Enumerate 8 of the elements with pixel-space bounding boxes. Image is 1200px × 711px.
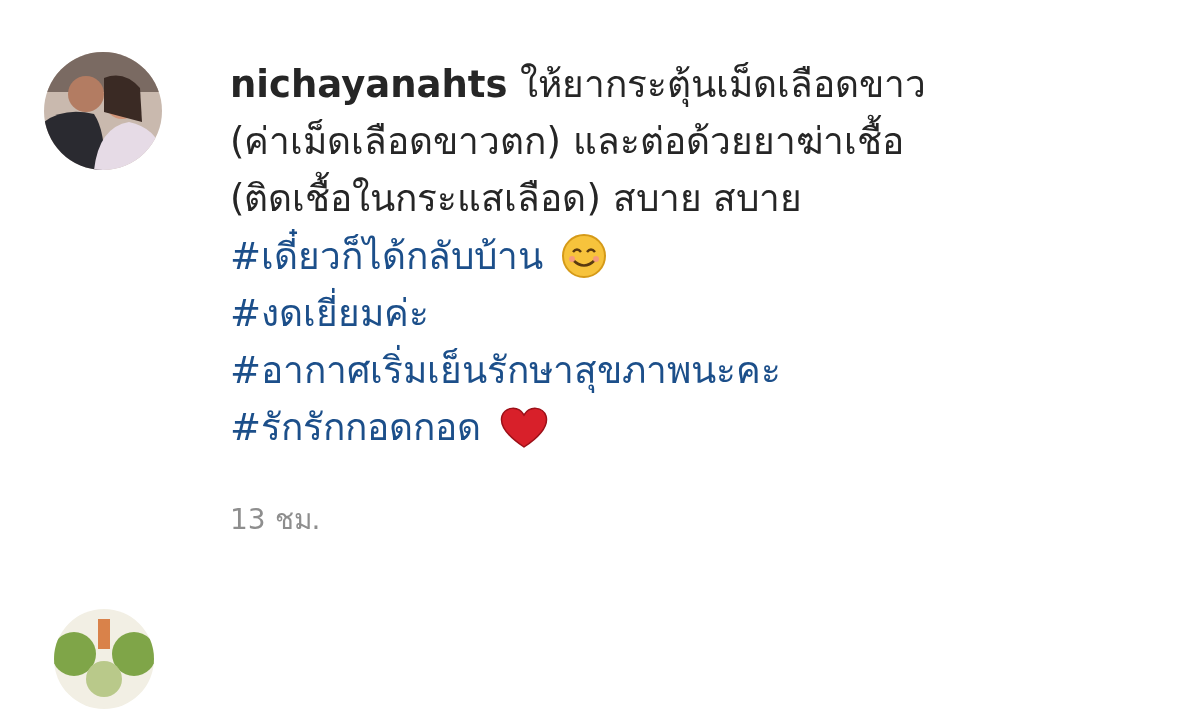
hashtag-link[interactable]: #รักรักกอดกอด (230, 397, 481, 456)
timestamp: 13 ชม. (230, 502, 322, 538)
hashtag-link[interactable]: #งดเยี่ยมค่ะ (230, 283, 429, 342)
smiling-face-icon (561, 232, 607, 279)
hashtag-link[interactable]: #อากาศเริ่มเย็นรักษาสุขภาพนะคะ (230, 340, 781, 399)
hashtag-link[interactable]: #เดี๋ยวก็ได้กลับบ้าน (230, 226, 543, 285)
username-link[interactable]: nichayanahts (230, 63, 508, 106)
comment-text: nichayanahts ให้ยากระตุ้นเม็ดเลือดขาว (ค่าเม็ดเลือดขาวตก) และต่อด้วยยาฆ่าเชื้อ (ติดเชื้อในกระแสเลือด) สบาย สบาย (230, 61, 926, 222)
